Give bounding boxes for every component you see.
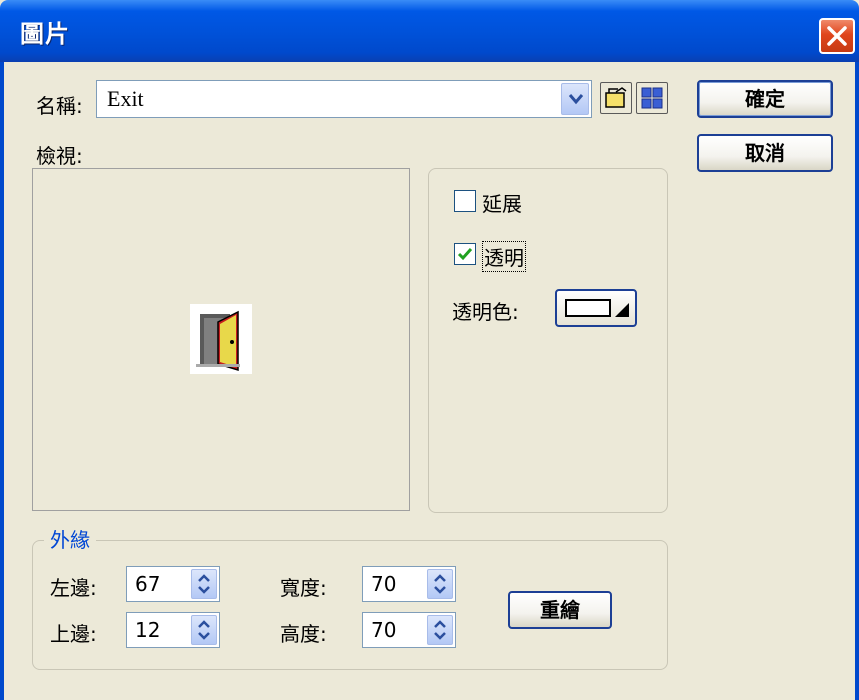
ok-button[interactable]: 確定	[697, 80, 833, 118]
left-label: 左邊:	[50, 576, 97, 600]
top-spinner-arrows[interactable]	[191, 615, 217, 645]
preview-image	[190, 304, 252, 374]
top-spinner[interactable]: 12	[126, 612, 220, 648]
window-frame-right	[855, 62, 859, 700]
title-bar: 圖片	[0, 0, 859, 62]
browse-button[interactable]	[636, 82, 668, 114]
height-value: 70	[371, 618, 397, 642]
name-dropdown-button[interactable]	[561, 83, 589, 115]
name-label: 名稱:	[36, 94, 83, 118]
border-group-title: 外緣	[44, 524, 96, 553]
open-file-button[interactable]	[600, 82, 632, 114]
redraw-button[interactable]: 重繪	[508, 591, 612, 629]
name-combobox[interactable]: Exit	[96, 80, 592, 118]
stretch-checkbox[interactable]	[454, 190, 476, 212]
exit-door-icon	[196, 310, 240, 372]
left-spinner-arrows[interactable]	[191, 569, 217, 599]
height-label: 高度:	[280, 622, 327, 646]
height-spinner[interactable]: 70	[362, 612, 456, 648]
open-folder-icon	[605, 87, 627, 108]
left-spinner[interactable]: 67	[126, 566, 220, 602]
top-label: 上邊:	[50, 622, 97, 646]
transparent-color-label: 透明色:	[452, 300, 519, 324]
stretch-label: 延展	[482, 192, 522, 216]
spin-arrows-icon	[198, 574, 210, 594]
spin-arrows-icon	[434, 620, 446, 640]
preview-pane	[32, 168, 410, 511]
width-label: 寬度:	[280, 576, 327, 600]
chevron-down-icon	[568, 94, 584, 105]
transparent-color-button[interactable]	[555, 289, 637, 327]
transparent-label: 透明	[482, 241, 526, 272]
width-spinner[interactable]: 70	[362, 566, 456, 602]
top-value: 12	[135, 618, 161, 642]
window-frame-left	[0, 62, 4, 700]
check-icon	[457, 248, 473, 261]
triangle-down-icon	[615, 303, 629, 317]
cancel-button[interactable]: 取消	[697, 134, 833, 172]
close-button[interactable]	[819, 18, 855, 54]
spin-arrows-icon	[434, 574, 446, 594]
color-swatch	[565, 299, 611, 317]
name-value: Exit	[107, 86, 144, 111]
width-spinner-arrows[interactable]	[427, 569, 453, 599]
dialog-title: 圖片	[20, 20, 70, 48]
grid-icon	[641, 87, 663, 109]
left-value: 67	[135, 572, 161, 596]
spin-arrows-icon	[198, 620, 210, 640]
transparent-checkbox[interactable]	[454, 243, 476, 265]
options-panel	[428, 168, 668, 513]
close-icon	[827, 26, 847, 46]
height-spinner-arrows[interactable]	[427, 615, 453, 645]
width-value: 70	[371, 572, 397, 596]
preview-label: 檢視:	[36, 144, 83, 168]
